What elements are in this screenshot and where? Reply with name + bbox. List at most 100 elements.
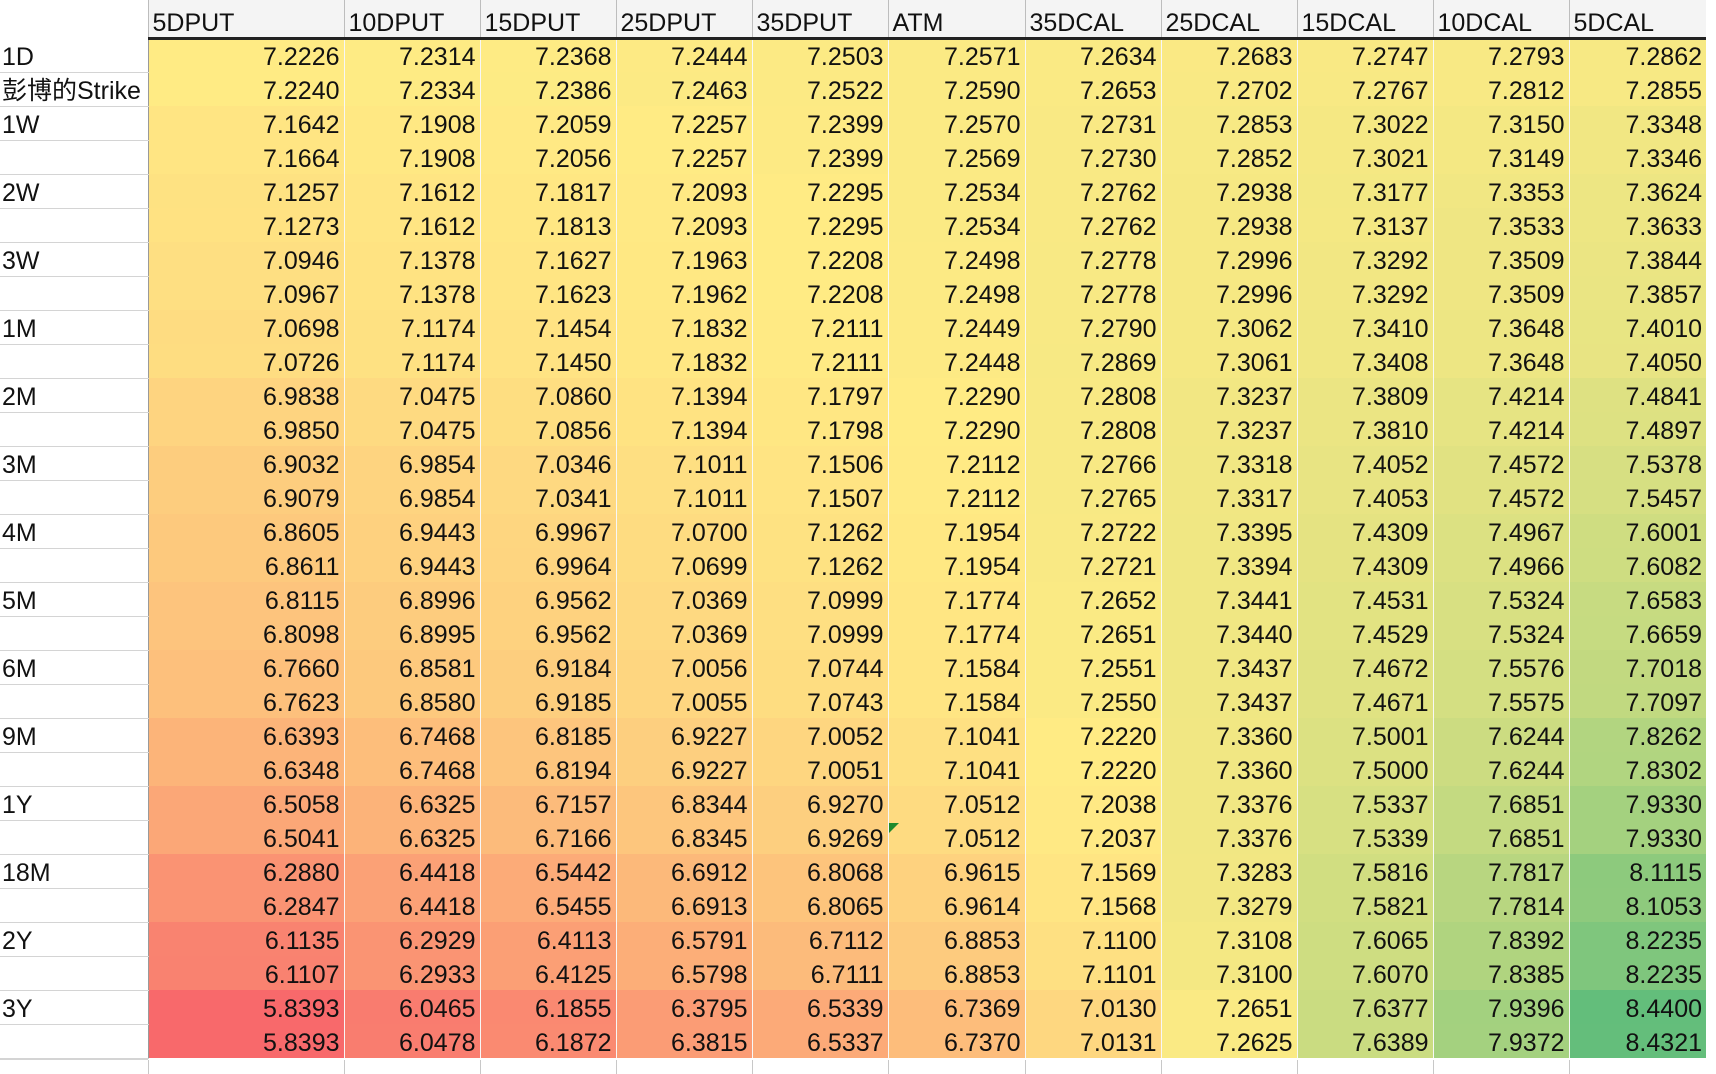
value-cell[interactable]: 7.8385 bbox=[1433, 956, 1569, 990]
value-cell[interactable]: 7.4966 bbox=[1433, 548, 1569, 582]
value-cell[interactable]: 7.3360 bbox=[1161, 718, 1297, 752]
column-header[interactable]: 15DCAL bbox=[1296, 0, 1433, 40]
value-cell[interactable]: 6.9964 bbox=[480, 548, 616, 582]
value-cell[interactable]: 7.2290 bbox=[888, 412, 1025, 446]
value-cell[interactable]: 7.2731 bbox=[1025, 106, 1161, 140]
value-cell[interactable]: 7.1817 bbox=[480, 174, 616, 208]
value-cell[interactable]: 7.3292 bbox=[1297, 276, 1433, 310]
value-cell[interactable]: 6.7370 bbox=[888, 1024, 1025, 1058]
row-label-cell[interactable]: 5M bbox=[0, 582, 148, 617]
value-cell[interactable]: 7.4214 bbox=[1433, 378, 1569, 412]
value-cell[interactable]: 7.2226 bbox=[147, 38, 344, 72]
row-label-cell[interactable] bbox=[0, 208, 148, 243]
value-cell[interactable]: 7.4309 bbox=[1297, 514, 1433, 548]
value-cell[interactable]: 6.6913 bbox=[616, 888, 752, 922]
value-cell[interactable]: 7.1664 bbox=[147, 140, 344, 174]
value-cell[interactable]: 6.4418 bbox=[344, 888, 480, 922]
value-cell[interactable]: 7.2111 bbox=[752, 310, 888, 344]
value-cell[interactable]: 7.0369 bbox=[616, 616, 752, 650]
value-cell[interactable]: 7.1100 bbox=[1025, 922, 1161, 956]
row-label-cell[interactable]: 1M bbox=[0, 310, 148, 345]
value-cell[interactable]: 7.1612 bbox=[344, 208, 480, 242]
value-cell[interactable]: 7.3150 bbox=[1433, 106, 1569, 140]
value-cell[interactable]: 6.8996 bbox=[344, 582, 480, 616]
value-cell[interactable]: 6.6348 bbox=[147, 752, 344, 786]
value-cell[interactable]: 6.9562 bbox=[480, 616, 616, 650]
value-cell[interactable]: 7.3317 bbox=[1161, 480, 1297, 514]
value-cell[interactable]: 7.3648 bbox=[1433, 310, 1569, 344]
value-cell[interactable]: 7.6070 bbox=[1297, 956, 1433, 990]
value-cell[interactable]: 7.2938 bbox=[1161, 174, 1297, 208]
value-cell[interactable]: 7.3395 bbox=[1161, 514, 1297, 548]
value-cell[interactable]: 7.4010 bbox=[1569, 310, 1706, 344]
value-cell[interactable]: 6.9227 bbox=[616, 752, 752, 786]
corner-cell[interactable] bbox=[0, 0, 148, 38]
value-cell[interactable]: 7.3283 bbox=[1161, 854, 1297, 888]
value-cell[interactable]: 7.0055 bbox=[616, 684, 752, 718]
value-cell[interactable]: 6.7166 bbox=[480, 820, 616, 854]
value-cell[interactable]: 6.1135 bbox=[147, 922, 344, 956]
value-cell[interactable]: 7.5337 bbox=[1297, 786, 1433, 820]
value-cell[interactable]: 7.2220 bbox=[1025, 718, 1161, 752]
value-cell[interactable]: 7.1568 bbox=[1025, 888, 1161, 922]
row-label-cell[interactable] bbox=[0, 480, 148, 515]
value-cell[interactable]: 7.1798 bbox=[752, 412, 888, 446]
row-label-cell[interactable]: 1W bbox=[0, 106, 148, 141]
value-cell[interactable]: 7.2569 bbox=[888, 140, 1025, 174]
value-cell[interactable]: 7.2522 bbox=[752, 72, 888, 106]
column-header[interactable]: 25DPUT bbox=[615, 0, 752, 40]
value-cell[interactable]: 7.3410 bbox=[1297, 310, 1433, 344]
value-cell[interactable]: 7.3100 bbox=[1161, 956, 1297, 990]
value-cell[interactable]: 7.5001 bbox=[1297, 718, 1433, 752]
value-cell[interactable]: 7.0512 bbox=[888, 786, 1025, 820]
value-cell[interactable]: 6.8995 bbox=[344, 616, 480, 650]
column-header[interactable]: 25DCAL bbox=[1160, 0, 1297, 40]
value-cell[interactable]: 8.4321 bbox=[1569, 1024, 1706, 1058]
value-cell[interactable]: 7.5575 bbox=[1433, 684, 1569, 718]
value-cell[interactable]: 7.4572 bbox=[1433, 446, 1569, 480]
value-cell[interactable]: 6.5041 bbox=[147, 820, 344, 854]
value-cell[interactable]: 7.2112 bbox=[888, 480, 1025, 514]
value-cell[interactable]: 7.6659 bbox=[1569, 616, 1706, 650]
value-cell[interactable]: 7.6244 bbox=[1433, 752, 1569, 786]
value-cell[interactable]: 7.2386 bbox=[480, 72, 616, 106]
value-cell[interactable]: 6.9227 bbox=[616, 718, 752, 752]
value-cell[interactable]: 7.3810 bbox=[1297, 412, 1433, 446]
value-cell[interactable]: 6.1872 bbox=[480, 1024, 616, 1058]
value-cell[interactable]: 8.4400 bbox=[1569, 990, 1706, 1024]
value-cell[interactable]: 7.3108 bbox=[1161, 922, 1297, 956]
column-header[interactable]: 5DPUT bbox=[147, 0, 344, 40]
value-cell[interactable]: 7.2747 bbox=[1297, 38, 1433, 72]
value-cell[interactable]: 7.2038 bbox=[1025, 786, 1161, 820]
value-cell[interactable]: 7.6001 bbox=[1569, 514, 1706, 548]
value-cell[interactable]: 7.0698 bbox=[147, 310, 344, 344]
value-cell[interactable]: 7.5816 bbox=[1297, 854, 1433, 888]
value-cell[interactable]: 6.2933 bbox=[344, 956, 480, 990]
value-cell[interactable]: 7.1908 bbox=[344, 140, 480, 174]
value-cell[interactable]: 6.4113 bbox=[480, 922, 616, 956]
value-cell[interactable]: 7.1832 bbox=[616, 310, 752, 344]
value-cell[interactable]: 7.2790 bbox=[1025, 310, 1161, 344]
value-cell[interactable]: 6.5339 bbox=[752, 990, 888, 1024]
value-cell[interactable]: 7.5821 bbox=[1297, 888, 1433, 922]
value-cell[interactable]: 7.2059 bbox=[480, 106, 616, 140]
value-cell[interactable]: 7.2869 bbox=[1025, 344, 1161, 378]
value-cell[interactable]: 7.0056 bbox=[616, 650, 752, 684]
value-cell[interactable]: 7.2550 bbox=[1025, 684, 1161, 718]
row-label-cell[interactable]: 2M bbox=[0, 378, 148, 413]
value-cell[interactable]: 5.8393 bbox=[147, 990, 344, 1024]
value-cell[interactable]: 6.8345 bbox=[616, 820, 752, 854]
value-cell[interactable]: 6.7112 bbox=[752, 922, 888, 956]
value-cell[interactable]: 6.9854 bbox=[344, 446, 480, 480]
value-cell[interactable]: 7.2653 bbox=[1025, 72, 1161, 106]
value-cell[interactable]: 7.2730 bbox=[1025, 140, 1161, 174]
value-cell[interactable]: 7.2295 bbox=[752, 174, 888, 208]
value-cell[interactable]: 7.6583 bbox=[1569, 582, 1706, 616]
value-cell[interactable]: 7.3318 bbox=[1161, 446, 1297, 480]
value-cell[interactable]: 7.4672 bbox=[1297, 650, 1433, 684]
value-cell[interactable]: 7.3348 bbox=[1569, 106, 1706, 140]
value-cell[interactable]: 8.1115 bbox=[1569, 854, 1706, 888]
value-cell[interactable]: 6.2880 bbox=[147, 854, 344, 888]
value-cell[interactable]: 7.2808 bbox=[1025, 412, 1161, 446]
value-cell[interactable]: 6.9184 bbox=[480, 650, 616, 684]
